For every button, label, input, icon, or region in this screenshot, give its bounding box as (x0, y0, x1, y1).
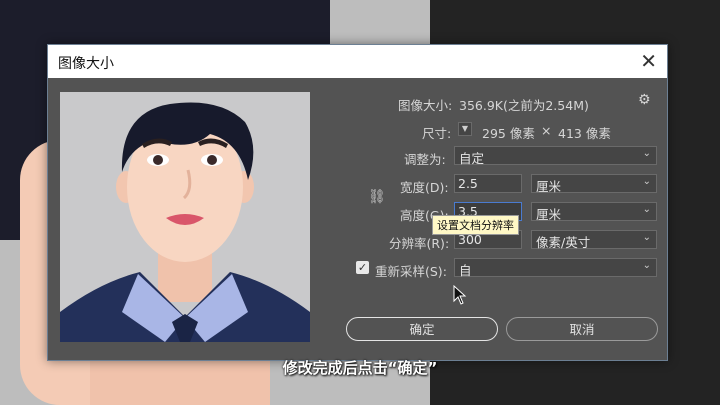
resolution-unit-value: 像素/英寸 (536, 235, 591, 250)
fit-to-select[interactable]: 自定 ⌄ (454, 146, 657, 166)
gear-icon[interactable]: ⚙ (638, 92, 651, 108)
dialog-title: 图像大小 (58, 56, 114, 72)
video-subtitle: 修改完成后点击“确定” (282, 359, 438, 377)
dialog-titlebar: 图像大小 ✕ (48, 45, 667, 78)
fit-to-label: 调整为: (404, 152, 446, 167)
chevron-down-icon: ⌄ (642, 232, 651, 243)
fit-to-value: 自定 (459, 151, 485, 166)
dimensions-width: 295 像素 (482, 126, 535, 141)
dimensions-label: 尺寸: (422, 126, 452, 141)
dimensions-separator: × (541, 123, 552, 138)
image-size-label: 图像大小: (398, 98, 453, 113)
height-unit-select[interactable]: 厘米 ⌄ (531, 202, 657, 222)
portrait-illustration (60, 92, 310, 342)
resample-select[interactable]: 自 ⌄ (454, 258, 657, 278)
chevron-down-icon: ▼ (461, 124, 469, 133)
dimensions-height: 413 像素 (558, 126, 611, 141)
height-unit-value: 厘米 (536, 207, 562, 222)
chevron-down-icon: ⌄ (642, 260, 651, 271)
close-icon[interactable]: ✕ (640, 49, 657, 73)
chevron-down-icon: ⌄ (642, 176, 651, 187)
link-icon[interactable]: ⛓ (368, 189, 386, 205)
width-value: 2.5 (458, 176, 478, 191)
resolution-label: 分辨率(R): (389, 236, 450, 251)
width-label: 宽度(D): (400, 180, 449, 195)
resample-value: 自 (459, 263, 472, 278)
width-input[interactable]: 2.5 (454, 174, 522, 193)
chevron-down-icon: ⌄ (642, 204, 651, 215)
image-preview (60, 92, 310, 342)
mouse-cursor-icon (453, 285, 467, 305)
ok-button[interactable]: 确定 (346, 317, 498, 341)
cancel-button[interactable]: 取消 (506, 317, 658, 341)
resolution-unit-select[interactable]: 像素/英寸 ⌄ (531, 230, 657, 250)
dimensions-unit-dropdown[interactable]: ▼ (458, 122, 472, 136)
width-unit-select[interactable]: 厘米 ⌄ (531, 174, 657, 194)
image-size-value: 356.9K(之前为2.54M) (459, 98, 589, 113)
chevron-down-icon: ⌄ (642, 148, 651, 159)
resample-label: 重新采样(S): (375, 264, 447, 279)
width-unit-value: 厘米 (536, 179, 562, 194)
resolution-tooltip: 设置文档分辨率 (432, 215, 519, 235)
image-size-dialog: 图像大小 ✕ 图像大小: 356.9K(之前为2.54M) ⚙ 尺寸: ▼ 29… (47, 44, 668, 361)
checkbox-checked-icon[interactable]: ✓ (356, 261, 369, 274)
